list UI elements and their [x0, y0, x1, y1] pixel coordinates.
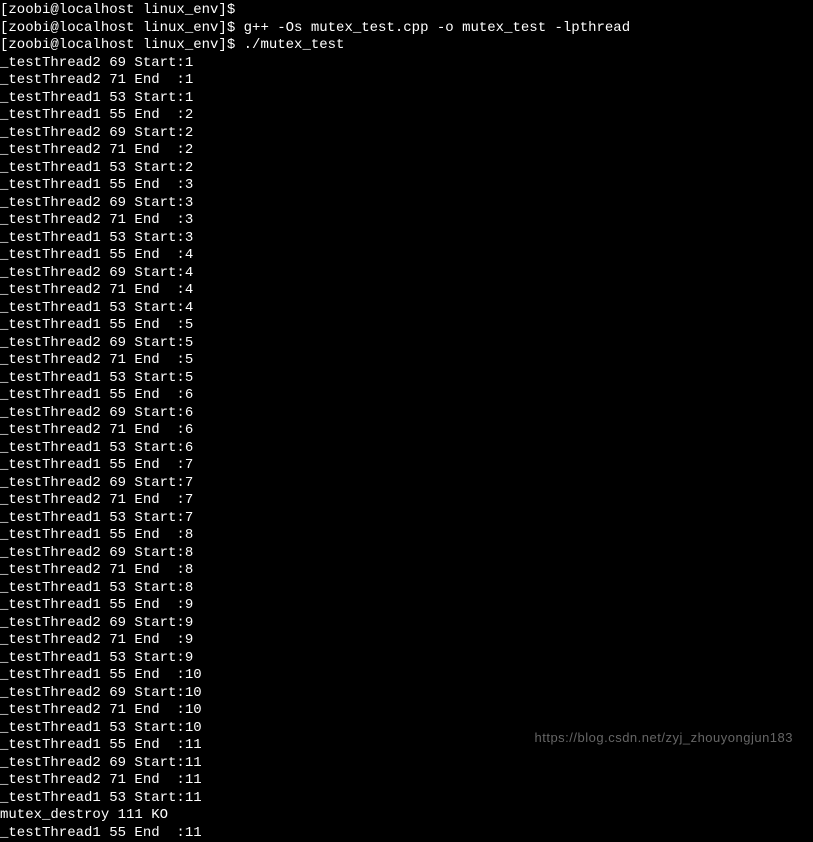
- terminal-line: _testThread2 71 End :6: [0, 422, 813, 440]
- terminal-line: _testThread1 53 Start:3: [0, 230, 813, 248]
- terminal-line: _testThread1 55 End :2: [0, 107, 813, 125]
- terminal-line: _testThread1 53 Start:5: [0, 370, 813, 388]
- terminal-line: _testThread2 71 End :5: [0, 352, 813, 370]
- terminal-line: _testThread1 55 End :11: [0, 825, 813, 842]
- terminal-line: _testThread1 53 Start:8: [0, 580, 813, 598]
- terminal-line: _testThread2 71 End :4: [0, 282, 813, 300]
- terminal-line: _testThread1 53 Start:6: [0, 440, 813, 458]
- terminal-line: _testThread2 69 Start:11: [0, 755, 813, 773]
- terminal-line: _testThread2 71 End :1: [0, 72, 813, 90]
- terminal-line: _testThread2 69 Start:2: [0, 125, 813, 143]
- terminal-line: _testThread2 71 End :11: [0, 772, 813, 790]
- terminal-line: _testThread2 69 Start:10: [0, 685, 813, 703]
- terminal-line: _testThread1 55 End :4: [0, 247, 813, 265]
- terminal-line: _testThread1 53 Start:11: [0, 790, 813, 808]
- terminal-line: _testThread1 53 Start:1: [0, 90, 813, 108]
- terminal-line: _testThread2 71 End :2: [0, 142, 813, 160]
- terminal-line: _testThread1 55 End :6: [0, 387, 813, 405]
- terminal-line: _testThread2 69 Start:9: [0, 615, 813, 633]
- terminal-line: _testThread2 71 End :9: [0, 632, 813, 650]
- terminal-line: _testThread2 69 Start:4: [0, 265, 813, 283]
- terminal-line: _testThread2 71 End :7: [0, 492, 813, 510]
- terminal-line: _testThread1 53 Start:2: [0, 160, 813, 178]
- terminal-line: _testThread1 55 End :10: [0, 667, 813, 685]
- terminal-output[interactable]: [zoobi@localhost linux_env]$ [zoobi@loca…: [0, 2, 813, 842]
- terminal-line: _testThread2 69 Start:7: [0, 475, 813, 493]
- terminal-line: [zoobi@localhost linux_env]$ ./mutex_tes…: [0, 37, 813, 55]
- terminal-line: _testThread1 55 End :3: [0, 177, 813, 195]
- terminal-line: _testThread2 69 Start:3: [0, 195, 813, 213]
- terminal-line: _testThread1 55 End :9: [0, 597, 813, 615]
- terminal-line: _testThread2 71 End :10: [0, 702, 813, 720]
- terminal-line: mutex_destroy 111 KO: [0, 807, 813, 825]
- terminal-line: _testThread1 55 End :8: [0, 527, 813, 545]
- terminal-line: _testThread2 69 Start:5: [0, 335, 813, 353]
- terminal-line: _testThread1 55 End :7: [0, 457, 813, 475]
- terminal-line: _testThread1 53 Start:4: [0, 300, 813, 318]
- terminal-line: [zoobi@localhost linux_env]$ g++ -Os mut…: [0, 20, 813, 38]
- terminal-line: _testThread2 71 End :8: [0, 562, 813, 580]
- terminal-line: _testThread2 69 Start:8: [0, 545, 813, 563]
- terminal-line: _testThread1 53 Start:7: [0, 510, 813, 528]
- watermark-text: https://blog.csdn.net/zyj_zhouyongjun183: [534, 730, 793, 746]
- terminal-line: _testThread2 69 Start:1: [0, 55, 813, 73]
- terminal-line: _testThread1 53 Start:9: [0, 650, 813, 668]
- terminal-line: [zoobi@localhost linux_env]$: [0, 2, 813, 20]
- terminal-line: _testThread1 55 End :5: [0, 317, 813, 335]
- terminal-line: _testThread2 71 End :3: [0, 212, 813, 230]
- terminal-line: _testThread2 69 Start:6: [0, 405, 813, 423]
